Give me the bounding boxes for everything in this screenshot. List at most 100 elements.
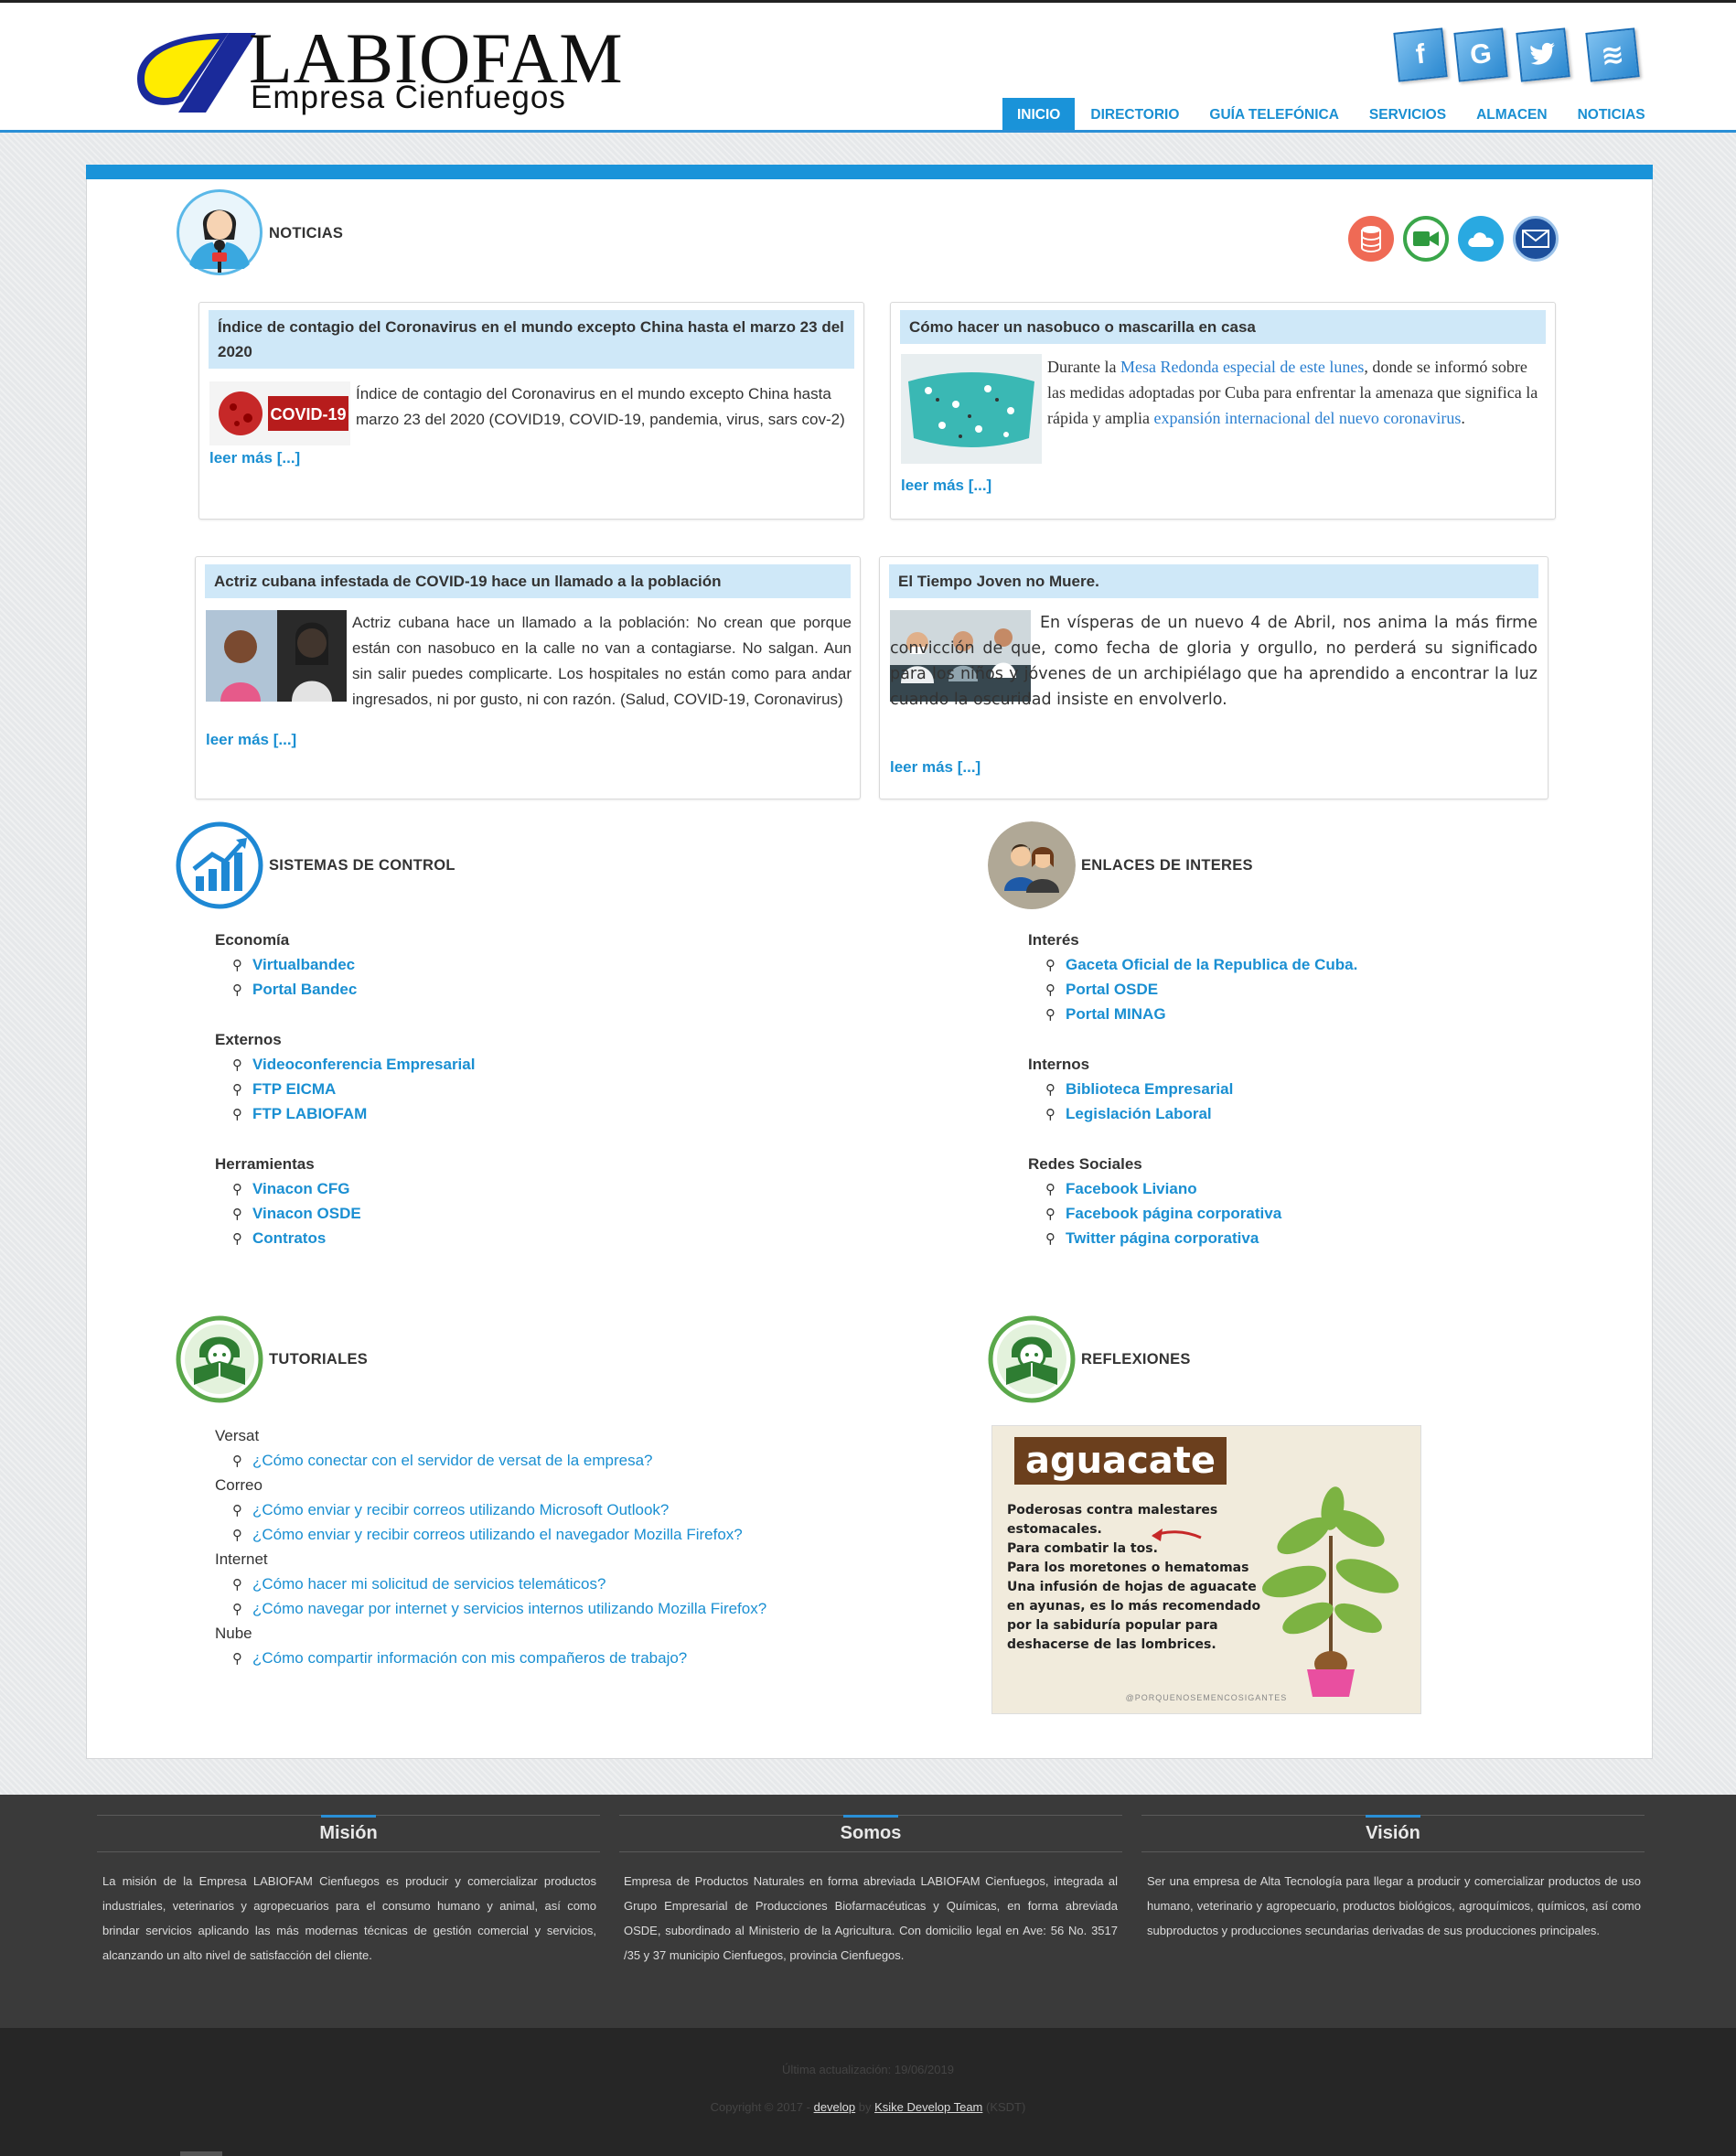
video-camera-icon[interactable] (1403, 216, 1449, 262)
footer-mision-title: Misión (319, 1823, 378, 1843)
labiofam-logo-icon[interactable] (128, 28, 256, 116)
tutorial-link[interactable]: ⚲ ¿Cómo compartir información con mis com… (232, 1649, 687, 1668)
people-icon (988, 821, 1076, 909)
link-portal-osde[interactable]: ⚲ Portal OSDE (1045, 981, 1158, 999)
develop-link[interactable]: develop (814, 2100, 856, 2114)
news-card-title[interactable]: Cómo hacer un nasobuco o mascarilla en c… (900, 310, 1546, 344)
reader-book-icon (988, 1315, 1076, 1403)
link-biblioteca[interactable]: ⚲ Biblioteca Empresarial (1045, 1080, 1233, 1099)
footer-mision-text: La misión de la Empresa LABIOFAM Cienfue… (102, 1874, 596, 1962)
footer-rule (619, 1851, 1122, 1852)
facebook-icon[interactable]: f (1393, 27, 1448, 82)
database-icon[interactable] (1348, 216, 1394, 262)
nav-inicio[interactable]: INICIO (1002, 98, 1076, 133)
link-contratos[interactable]: ⚲ Contratos (232, 1229, 326, 1248)
news-card-title[interactable]: Índice de contagio del Coronavirus en el… (209, 310, 854, 369)
tutorial-link[interactable]: ⚲ ¿Cómo hacer mi solicitud de servicios t… (232, 1575, 605, 1593)
link-facebook-corporativa[interactable]: ⚲ Facebook página corporativa (1045, 1205, 1281, 1223)
reflexiones-title: REFLEXIONES (1081, 1351, 1191, 1368)
footer-accent (843, 1815, 898, 1818)
link-legislacion[interactable]: ⚲ Legislación Laboral (1045, 1105, 1212, 1123)
tutorial-link[interactable]: ⚲ ¿Cómo enviar y recibir correos utilizan… (232, 1526, 743, 1544)
link-ftp-eicma[interactable]: ⚲ FTP EICMA (232, 1080, 336, 1099)
poster-credit: @PORQUENOSEMENCOSIGANTES (1125, 1693, 1288, 1702)
mesa-redonda-link[interactable]: Mesa Redonda especial de este lunes (1120, 358, 1364, 376)
main-panel-topbar (86, 165, 1653, 179)
aguacate-poster[interactable]: aguacate Poderosas contra malestares est… (991, 1425, 1421, 1714)
news-card: Actriz cubana infestada de COVID-19 hace… (195, 556, 861, 799)
mail-icon[interactable] (1513, 216, 1559, 262)
magnifier-icon: ⚲ (232, 1207, 242, 1222)
twitter-icon[interactable] (1516, 27, 1570, 82)
last-update: Última actualización: 19/06/2019 (782, 2063, 954, 2076)
footer-bottom (0, 2028, 1736, 2156)
footer-vision-text: Ser una empresa de Alta Tecnología para … (1147, 1874, 1641, 1937)
nav-almacen[interactable]: ALMACEN (1462, 98, 1562, 133)
nav-servicios[interactable]: SERVICIOS (1355, 98, 1461, 133)
link-vinacon-osde[interactable]: ⚲ Vinacon OSDE (232, 1205, 361, 1223)
rss-icon[interactable]: ≋ (1585, 27, 1640, 82)
link-ftp-labiofam[interactable]: ⚲ FTP LABIOFAM (232, 1105, 367, 1123)
link-portal-bandec[interactable]: ⚲ Portal Bandec (232, 981, 357, 999)
nav-guia-telefonica[interactable]: GUÍA TELEFÓNICA (1195, 98, 1354, 133)
read-more-link[interactable]: leer más [...] (890, 758, 981, 777)
main-nav: INICIO DIRECTORIO GUÍA TELEFÓNICA SERVIC… (1002, 98, 1661, 133)
read-more-link[interactable]: leer más [...] (206, 731, 296, 749)
nav-directorio[interactable]: DIRECTORIO (1076, 98, 1194, 133)
face-mask-image[interactable] (901, 354, 1042, 464)
bottom-strip (180, 2151, 222, 2156)
link-virtualbandec[interactable]: ⚲ Virtualbandec (232, 956, 355, 974)
noticias-title: NOTICIAS (269, 225, 344, 241)
link-vinacon-cfg[interactable]: ⚲ Vinacon CFG (232, 1180, 349, 1198)
nav-noticias[interactable]: NOTICIAS (1563, 98, 1660, 133)
ksdt-link[interactable]: Ksike Develop Team (874, 2100, 982, 2114)
group-label: Internos (1028, 1056, 1090, 1073)
tutoriales-title: TUTORIALES (269, 1351, 369, 1368)
magnifier-icon: ⚲ (232, 1057, 242, 1073)
avocado-plant-icon (1262, 1486, 1399, 1697)
magnifier-icon: ⚲ (1045, 1182, 1056, 1197)
svg-text:COVID-19: COVID-19 (270, 405, 346, 424)
link-facebook-liviano[interactable]: ⚲ Facebook Liviano (1045, 1180, 1197, 1198)
magnifier-icon: ⚲ (232, 1231, 242, 1247)
magnifier-icon: ⚲ (232, 1503, 242, 1518)
footer-somos-title: Somos (840, 1823, 902, 1843)
group-label: Herramientas (215, 1155, 315, 1173)
magnifier-icon: ⚲ (232, 982, 242, 998)
magnifier-icon: ⚲ (232, 1577, 242, 1593)
read-more-link[interactable]: leer más [...] (209, 449, 300, 467)
tutorial-link[interactable]: ⚲ ¿Cómo navegar por internet y servicios … (232, 1600, 766, 1618)
tutorial-link[interactable]: ⚲ ¿Cómo enviar y recibir correos utilizan… (232, 1501, 669, 1519)
reader-book-icon (176, 1315, 263, 1403)
tutorial-link[interactable]: ⚲ ¿Cómo conectar con el servidor de versa… (232, 1452, 652, 1470)
poster-text: Poderosas contra malestares estomacales.… (1007, 1503, 1261, 1652)
link-twitter-corporativa[interactable]: ⚲ Twitter página corporativa (1045, 1229, 1259, 1248)
google-icon[interactable]: G (1453, 27, 1508, 82)
group-label: Externos (215, 1031, 282, 1048)
news-card-title[interactable]: Actriz cubana infestada de COVID-19 hace… (205, 564, 851, 598)
site-header: LABIOFAM Empresa Cienfuegos f G ≋ INICIO… (0, 0, 1736, 133)
group-label: Versat (215, 1427, 260, 1444)
sistemas-title: SISTEMAS DE CONTROL (269, 857, 455, 874)
footer-vision-title: Visión (1366, 1823, 1420, 1843)
read-more-link[interactable]: leer más [...] (901, 477, 991, 495)
link-gaceta-oficial[interactable]: ⚲ Gaceta Oficial de la Republica de Cuba. (1045, 956, 1357, 974)
footer-accent (1366, 1815, 1420, 1818)
expansion-link[interactable]: expansión internacional del nuevo corona… (1153, 409, 1461, 427)
group-label: Internet (215, 1550, 268, 1568)
link-videoconferencia[interactable]: ⚲ Videoconferencia Empresarial (232, 1056, 475, 1074)
logo-subtitle: Empresa Cienfuegos (251, 80, 566, 115)
magnifier-icon: ⚲ (232, 1182, 242, 1197)
link-portal-minag[interactable]: ⚲ Portal MINAG (1045, 1005, 1166, 1024)
group-label: Economía (215, 931, 290, 949)
news-card-title[interactable]: El Tiempo Joven no Muere. (889, 564, 1538, 598)
actress-image[interactable] (206, 610, 347, 702)
footer-rule (1141, 1851, 1645, 1852)
footer-somos-text: Empresa de Productos Naturales en forma … (624, 1874, 1118, 1962)
magnifier-icon: ⚲ (1045, 1207, 1056, 1222)
magnifier-icon: ⚲ (232, 1453, 242, 1469)
cloud-icon[interactable] (1458, 216, 1504, 262)
news-card: Cómo hacer un nasobuco o mascarilla en c… (890, 302, 1556, 520)
news-card-summary: En vísperas de un nuevo 4 de Abril, nos … (890, 614, 1538, 709)
group-label: Interés (1028, 931, 1079, 949)
